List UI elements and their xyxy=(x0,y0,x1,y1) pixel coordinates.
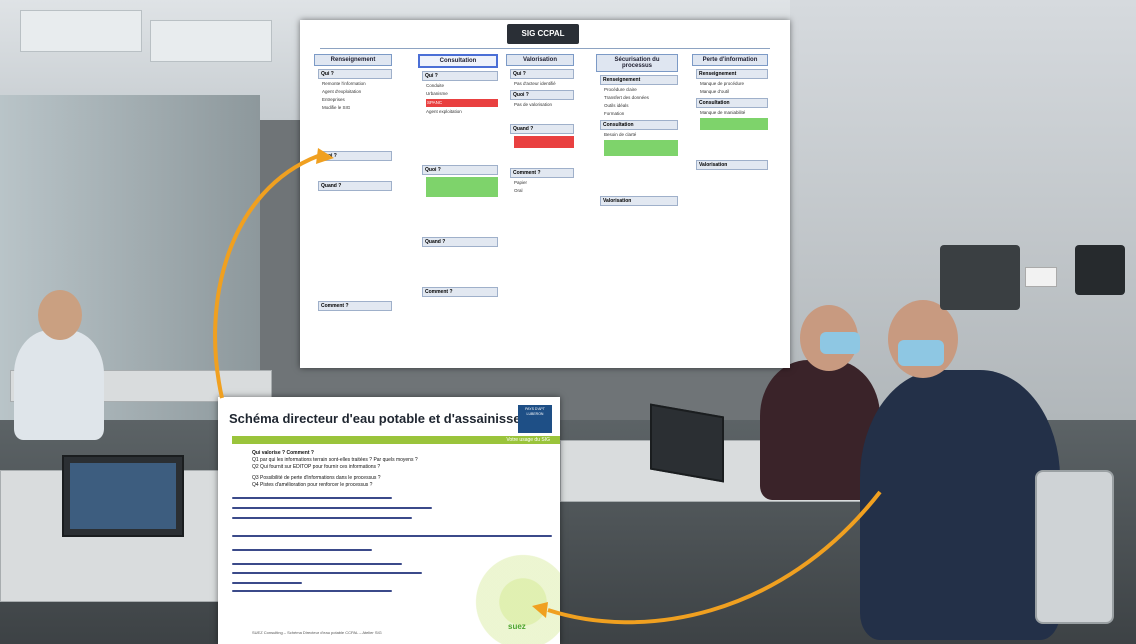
arrow-head xyxy=(316,148,334,164)
orange-arrows xyxy=(213,148,882,625)
arrow-curve xyxy=(213,154,319,399)
arrow-curve xyxy=(547,490,882,625)
arrow-head xyxy=(532,602,548,618)
